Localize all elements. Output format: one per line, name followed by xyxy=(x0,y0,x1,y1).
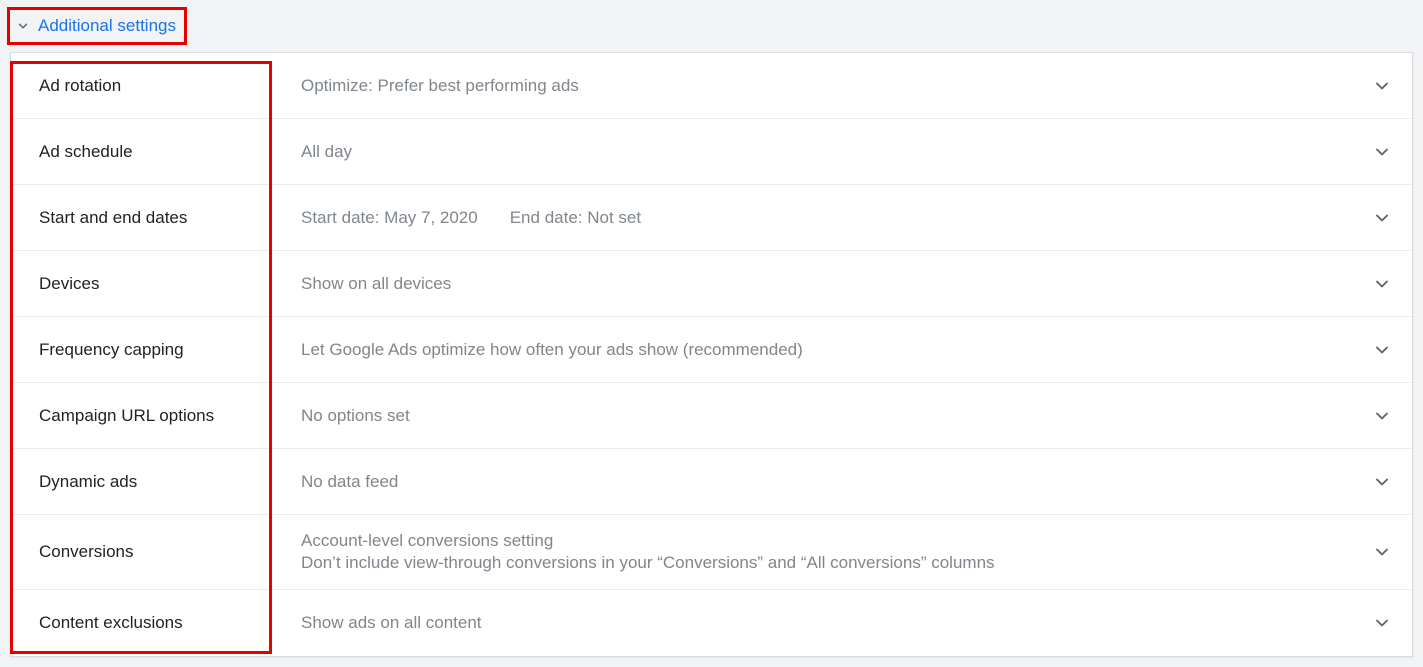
setting-value: Optimize: Prefer best performing ads xyxy=(301,60,1352,112)
setting-label: Content exclusions xyxy=(11,593,301,653)
setting-value: Let Google Ads optimize how often your a… xyxy=(301,324,1352,376)
settings-panel: Ad rotation Optimize: Prefer best perfor… xyxy=(10,52,1413,657)
setting-value: Start date: May 7, 2020 End date: Not se… xyxy=(301,192,1352,244)
setting-row-ad-rotation[interactable]: Ad rotation Optimize: Prefer best perfor… xyxy=(11,53,1412,119)
setting-label: Start and end dates xyxy=(11,188,301,248)
setting-row-dynamic-ads[interactable]: Dynamic ads No data feed xyxy=(11,449,1412,515)
chevron-down-icon xyxy=(1352,208,1412,228)
setting-label: Ad schedule xyxy=(11,122,301,182)
start-date-value: Start date: May 7, 2020 xyxy=(301,208,478,228)
setting-label: Ad rotation xyxy=(11,56,301,116)
setting-value: Account-level conversions setting Don’t … xyxy=(301,515,1352,589)
additional-settings-toggle[interactable]: Additional settings xyxy=(10,10,184,42)
setting-value: No options set xyxy=(301,390,1352,442)
setting-label: Dynamic ads xyxy=(11,452,301,512)
chevron-down-icon xyxy=(1352,472,1412,492)
chevron-down-icon xyxy=(1352,142,1412,162)
setting-row-content-exclusions[interactable]: Content exclusions Show ads on all conte… xyxy=(11,590,1412,656)
chevron-down-icon xyxy=(14,17,32,35)
setting-value: Show on all devices xyxy=(301,258,1352,310)
setting-label: Campaign URL options xyxy=(11,386,301,446)
chevron-down-icon xyxy=(1352,76,1412,96)
setting-row-start-end-dates[interactable]: Start and end dates Start date: May 7, 2… xyxy=(11,185,1412,251)
setting-value: No data feed xyxy=(301,456,1352,508)
chevron-down-icon xyxy=(1352,613,1412,633)
setting-label: Devices xyxy=(11,254,301,314)
additional-settings-label: Additional settings xyxy=(38,16,176,36)
setting-label: Frequency capping xyxy=(11,320,301,380)
setting-label: Conversions xyxy=(11,522,301,582)
end-date-value: End date: Not set xyxy=(510,208,641,228)
setting-row-frequency-capping[interactable]: Frequency capping Let Google Ads optimiz… xyxy=(11,317,1412,383)
chevron-down-icon xyxy=(1352,340,1412,360)
setting-row-devices[interactable]: Devices Show on all devices xyxy=(11,251,1412,317)
chevron-down-icon xyxy=(1352,406,1412,426)
setting-row-ad-schedule[interactable]: Ad schedule All day xyxy=(11,119,1412,185)
setting-value: All day xyxy=(301,126,1352,178)
setting-value: Show ads on all content xyxy=(301,597,1352,649)
setting-row-conversions[interactable]: Conversions Account-level conversions se… xyxy=(11,515,1412,590)
chevron-down-icon xyxy=(1352,274,1412,294)
chevron-down-icon xyxy=(1352,542,1412,562)
setting-row-campaign-url-options[interactable]: Campaign URL options No options set xyxy=(11,383,1412,449)
